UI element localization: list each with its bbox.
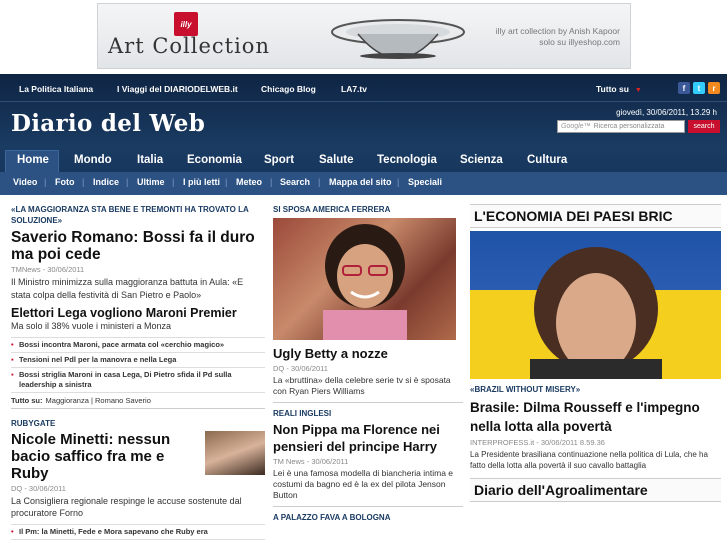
current-datetime: giovedì, 30/06/2011, 13.29 h — [616, 108, 717, 117]
rss-icon[interactable]: r — [708, 82, 720, 94]
tag-links[interactable]: Maggioranza | Romano Saverio — [46, 396, 151, 405]
article-kicker: REALI INGLESI — [273, 409, 332, 418]
nav-cultura[interactable]: Cultura — [527, 154, 567, 166]
article-headline[interactable]: Brasile: Dilma Rousseff e l'impegno nell… — [470, 398, 721, 436]
search-input[interactable]: Google™ Ricerca personalizzata — [557, 120, 685, 133]
twitter-icon[interactable]: t — [693, 82, 705, 94]
article-headline[interactable]: Ugly Betty a nozze — [273, 345, 463, 362]
topnav-link-viaggi[interactable]: I Viaggi del DIARIODELWEB.it — [117, 84, 238, 94]
article-headline[interactable]: Non Pippa ma Florence nei pensieri del p… — [273, 421, 463, 455]
article-meta: DQ - 30/06/2011 — [11, 483, 66, 493]
ugly-betty-photo[interactable] — [273, 218, 456, 340]
portrait-illustration — [530, 247, 662, 379]
subnav-piu-letti[interactable]: I più letti — [183, 177, 220, 187]
article-meta: INTERPROFESS.it - 30/06/2011 8.59.36 — [470, 438, 605, 447]
related-link[interactable]: • Bossi incontra Maroni, pace armata col … — [11, 338, 265, 353]
section-title: Diario dell'Agroalimentare — [470, 478, 721, 502]
topnav-link-chicago-blog[interactable]: Chicago Blog — [261, 84, 316, 94]
portrait-illustration — [323, 224, 407, 340]
nav-scienza[interactable]: Scienza — [460, 154, 503, 166]
cup-image — [331, 19, 465, 59]
main-news-column: «LA MAGGIORANZA STA BENE E TREMONTI HA T… — [11, 204, 265, 540]
article-meta: TMNews - 30/06/2011 — [11, 265, 85, 274]
article-summary: La Consigliera regionale respinge le acc… — [11, 495, 242, 519]
article-kicker: SI SPOSA AMERICA FERRERA — [273, 205, 391, 214]
ad-title: Art Collection — [108, 34, 270, 58]
sub-article-headline[interactable]: Elettori Lega vogliono Maroni Premier — [11, 306, 265, 320]
top-nav: La Politica Italiana I Viaggi del DIARIO… — [0, 74, 727, 102]
related-list: • Bossi incontra Maroni, pace armata col … — [11, 336, 265, 393]
bullet-icon: • — [11, 339, 14, 349]
chevron-down-icon: ▼ — [634, 87, 642, 94]
search-button[interactable]: search — [688, 120, 720, 133]
sub-article-summary: Ma solo il 38% vuole i ministeri a Monza — [11, 321, 172, 331]
subnav-meteo[interactable]: Meteo — [236, 177, 262, 187]
article-kicker: «LA MAGGIORANZA STA BENE E TREMONTI HA T… — [11, 205, 249, 225]
related-link[interactable]: • Il Pm: la Minetti, Fede e Mora sapevano… — [11, 525, 265, 540]
article-headline[interactable]: Saverio Romano: Bossi fa il duro ma poi … — [11, 229, 265, 263]
subnav-foto[interactable]: Foto — [55, 177, 75, 187]
ad-banner-area: illy Art Collection illy art collection … — [0, 0, 727, 74]
related-link[interactable]: ▪ Tensioni nel Pdl per la manovra e nella… — [11, 353, 265, 368]
subnav-ultime[interactable]: Ultime — [137, 177, 165, 187]
subnav-indice[interactable]: Indice — [93, 177, 119, 187]
site-logo[interactable]: Diario del Web — [11, 110, 205, 137]
article-kicker: «BRAZIL WITHOUT MISERY» — [470, 385, 581, 394]
main-nav: Home Mondo Italia Economia Sport Salute … — [0, 150, 727, 173]
tags-row: Tutto su: Maggioranza | Romano Saverio — [11, 393, 265, 409]
article-summary: La «bruttina» della celebre serie tv si … — [273, 375, 451, 396]
bullet-icon: • — [11, 526, 14, 536]
secondary-news-column: SI SPOSA AMERICA FERRERA Ugly Betty a no… — [273, 204, 463, 523]
illy-logo: illy — [174, 12, 198, 36]
nav-tecnologia[interactable]: Tecnologia — [377, 154, 437, 166]
sub-nav: Video | Foto | Indice | Ultime | I più l… — [0, 172, 727, 195]
nav-home[interactable]: Home — [17, 154, 49, 166]
topnav-link-politica[interactable]: La Politica Italiana — [19, 84, 93, 94]
nav-sport[interactable]: Sport — [264, 154, 294, 166]
tutto-su-dropdown[interactable]: Tutto su ▼ — [596, 84, 642, 94]
article-summary: Il Ministro minimizza sulla maggioranza … — [11, 277, 244, 300]
minetti-photo[interactable] — [205, 430, 265, 475]
subnav-search[interactable]: Search — [280, 177, 310, 187]
related-link[interactable]: ▪ Bossi striglia Maroni in casa Lega, Di … — [11, 368, 265, 393]
subnav-speciali[interactable]: Speciali — [408, 177, 442, 187]
nav-italia[interactable]: Italia — [137, 154, 163, 166]
ad-credit: illy art collection by Anish Kapoor solo… — [495, 26, 620, 47]
camera-icon: ▪ — [11, 369, 14, 379]
sidebar-column: L'ECONOMIA DEI PAESI BRIC «BRAZIL WITHOU… — [470, 204, 721, 502]
camera-icon: ▪ — [11, 354, 14, 364]
site-header: La Politica Italiana I Viaggi del DIARIO… — [0, 74, 727, 195]
topnav-link-la7[interactable]: LA7.tv — [341, 84, 367, 94]
illy-ad-banner[interactable]: illy Art Collection illy art collection … — [97, 3, 631, 69]
article-meta: DQ - 30/06/2011 — [273, 364, 328, 373]
section-title: L'ECONOMIA DEI PAESI BRIC — [470, 204, 721, 228]
article-kicker: A PALAZZO FAVA A BOLOGNA — [273, 513, 391, 522]
article-summary: Lei è una famosa modella di biancheria i… — [273, 468, 454, 500]
dilma-photo[interactable] — [470, 231, 721, 379]
subnav-mappa[interactable]: Mappa del sito — [329, 177, 392, 187]
article-kicker: RUBYGATE — [11, 418, 56, 428]
google-brand: Google™ — [561, 123, 591, 130]
article-meta: TM News - 30/06/2011 — [273, 457, 349, 466]
nav-salute[interactable]: Salute — [319, 154, 354, 166]
nav-mondo[interactable]: Mondo — [74, 154, 112, 166]
facebook-icon[interactable]: f — [678, 82, 690, 94]
nav-economia[interactable]: Economia — [187, 154, 242, 166]
subnav-video[interactable]: Video — [13, 177, 37, 187]
related-list: • Il Pm: la Minetti, Fede e Mora sapevano… — [11, 523, 265, 540]
article-summary: La Presidente brasiliana continuazione n… — [470, 450, 708, 470]
